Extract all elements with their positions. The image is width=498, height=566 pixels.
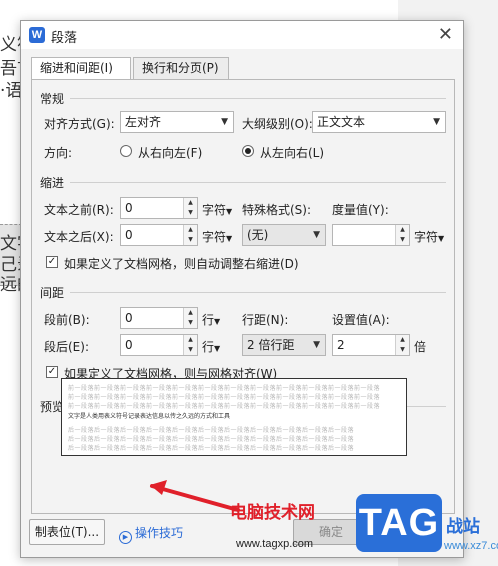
watermark-site-name: 电脑技术网 <box>230 503 315 523</box>
watermark-side-text: 战站 <box>446 517 480 537</box>
watermark-tag-logo: TAG <box>356 494 442 552</box>
annotation-arrow <box>150 480 240 512</box>
watermark-site-url: www.tagxp.com <box>236 538 314 550</box>
watermark-side-url: www.xz7.com <box>444 540 498 552</box>
